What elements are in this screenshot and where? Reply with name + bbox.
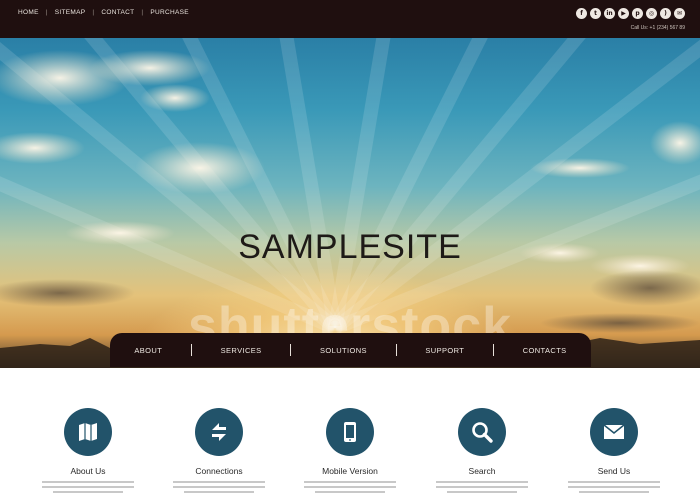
top-nav-separator: | xyxy=(141,9,144,16)
feature-title: Connections xyxy=(195,466,243,476)
connections-icon xyxy=(212,423,226,441)
instagram-icon[interactable]: ◎ xyxy=(646,8,657,19)
main-nav: ABOUT SERVICES SOLUTIONS SUPPORT CONTACT… xyxy=(110,333,591,367)
site-title: SAMPLESITE xyxy=(238,228,462,266)
feature-send-us[interactable]: Send Us xyxy=(554,408,674,493)
nav-divider xyxy=(190,344,192,356)
feature-text-placeholder xyxy=(290,481,410,493)
email-icon[interactable]: ✉ xyxy=(674,8,685,19)
facebook-icon[interactable]: f xyxy=(576,8,587,19)
feature-title: Mobile Version xyxy=(322,466,378,476)
nav-divider xyxy=(395,344,397,356)
feature-title: About Us xyxy=(70,466,106,476)
social-icons: f t in ▶ p ◎ ) ✉ xyxy=(576,8,685,19)
linkedin-icon[interactable]: in xyxy=(604,8,615,19)
top-nav-contact[interactable]: CONTACT xyxy=(101,9,134,16)
top-bar: HOME | SITEMAP | CONTACT | PURCHASE f t … xyxy=(0,0,700,38)
feature-text-placeholder xyxy=(159,481,279,493)
feature-icon-circle[interactable] xyxy=(458,408,506,456)
nav-solutions[interactable]: SOLUTIONS xyxy=(320,346,367,355)
tablet-icon xyxy=(344,422,356,442)
feature-text-placeholder xyxy=(422,481,542,493)
hero-banner: SAMPLESITE shutterstock xyxy=(0,38,700,368)
rss-icon[interactable]: ) xyxy=(660,8,671,19)
search-icon xyxy=(472,422,493,443)
map-icon xyxy=(79,423,97,441)
feature-icon-circle[interactable] xyxy=(195,408,243,456)
feature-mobile-version[interactable]: Mobile Version xyxy=(290,408,410,493)
feature-search[interactable]: Search xyxy=(422,408,542,493)
top-nav-separator: | xyxy=(92,9,95,16)
envelope-icon xyxy=(603,424,625,439)
nav-divider xyxy=(492,344,494,356)
feature-icon-circle[interactable] xyxy=(64,408,112,456)
features-section: About Us Connections Mobile Version Sear… xyxy=(0,368,700,500)
top-nav-separator: | xyxy=(45,9,48,16)
nav-contacts[interactable]: CONTACTS xyxy=(523,346,567,355)
top-nav: HOME | SITEMAP | CONTACT | PURCHASE xyxy=(18,9,189,16)
youtube-icon[interactable]: ▶ xyxy=(618,8,629,19)
feature-title: Search xyxy=(468,466,496,476)
feature-text-placeholder xyxy=(28,481,148,493)
top-nav-sitemap[interactable]: SITEMAP xyxy=(55,9,86,16)
feature-icon-circle[interactable] xyxy=(590,408,638,456)
top-nav-purchase[interactable]: PURCHASE xyxy=(150,9,189,16)
nav-services[interactable]: SERVICES xyxy=(221,346,262,355)
feature-text-placeholder xyxy=(554,481,674,493)
pinterest-icon[interactable]: p xyxy=(632,8,643,19)
feature-about-us[interactable]: About Us xyxy=(28,408,148,493)
nav-about[interactable]: ABOUT xyxy=(134,346,162,355)
twitter-icon[interactable]: t xyxy=(590,8,601,19)
nav-support[interactable]: SUPPORT xyxy=(425,346,464,355)
feature-connections[interactable]: Connections xyxy=(159,408,279,493)
feature-title: Send Us xyxy=(597,466,631,476)
call-us-text: Call Us: +1 (234) 567 89 xyxy=(630,25,685,31)
feature-icon-circle[interactable] xyxy=(326,408,374,456)
top-nav-home[interactable]: HOME xyxy=(18,9,39,16)
nav-divider xyxy=(290,344,292,356)
